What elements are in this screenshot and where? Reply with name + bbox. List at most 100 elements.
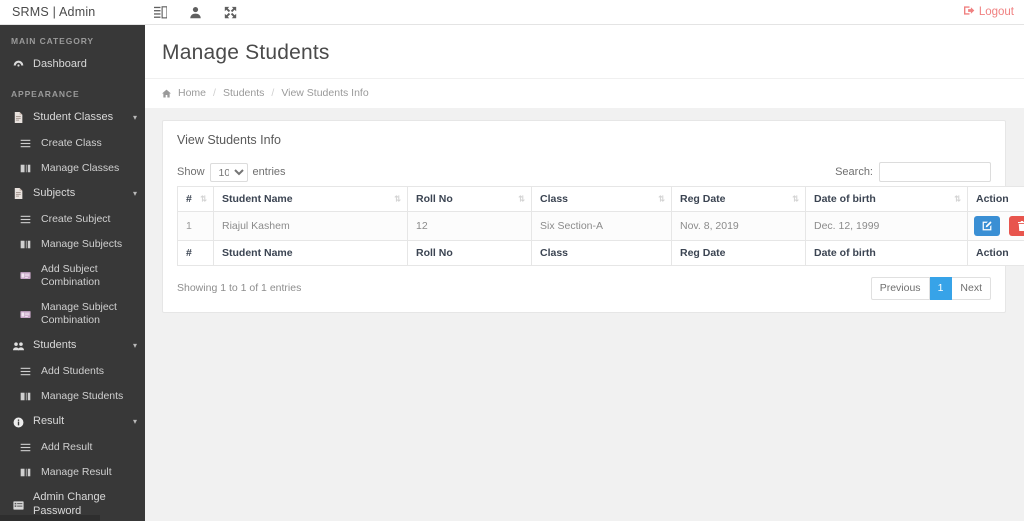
sidebar-item-label: Result: [33, 415, 65, 428]
sidebar-section-appearance: APPEARANCE Student Classes ▾ Create Clas…: [0, 78, 145, 521]
sidebar: MAIN CATEGORY Dashboard APPEARANCE Stude…: [0, 25, 145, 521]
students-table: # ⇅ Student Name ⇅ Roll No ⇅ Class ⇅ Reg Dat…: [177, 186, 1024, 266]
sign-out-icon: [963, 5, 975, 19]
col-label: Class: [540, 193, 569, 205]
sidebar-item-label: Add Students: [41, 365, 105, 377]
col-header-class[interactable]: Class ⇅: [531, 186, 672, 212]
pagination-previous[interactable]: Previous: [870, 277, 930, 300]
entries-select[interactable]: 10 25 50 100: [209, 162, 248, 182]
indent-list-icon[interactable]: [154, 5, 167, 19]
sidebar-item-create-subject[interactable]: Create Subject: [0, 207, 145, 232]
col-header-reg-date[interactable]: Reg Date ⇅: [671, 186, 806, 212]
info-icon: [11, 417, 25, 428]
cell-reg-date: Nov. 8, 2019: [671, 211, 806, 241]
sidebar-section-main: MAIN CATEGORY Dashboard: [0, 25, 145, 78]
chevron-down-icon: ▾: [132, 188, 137, 198]
sidebar-item-label: Add Result: [41, 441, 93, 453]
cell-actions: [967, 211, 1024, 241]
sort-icon: ⇅: [658, 194, 665, 204]
entries-info: Showing 1 to 1 of 1 entries: [177, 282, 302, 295]
pencil-square-icon: [982, 221, 992, 231]
sidebar-item-add-result[interactable]: Add Result: [0, 435, 145, 460]
col-header-roll-no[interactable]: Roll No ⇅: [407, 186, 532, 212]
pagination-page-1[interactable]: 1: [929, 277, 953, 300]
sidebar-item-label: Student Classes: [33, 110, 114, 123]
sidebar-item-label: Manage Subjects: [41, 237, 123, 250]
cell-roll-no: 12: [407, 211, 532, 241]
sidebar-item-manage-classes[interactable]: Manage Classes: [0, 156, 145, 181]
sidebar-item-manage-students[interactable]: Manage Students: [0, 384, 145, 409]
users-icon: [11, 341, 25, 352]
user-icon[interactable]: [189, 6, 202, 19]
col-label: #: [186, 193, 192, 205]
cell-index: 1: [177, 211, 214, 241]
sort-icon: ⇅: [954, 194, 961, 204]
sidebar-item-create-class[interactable]: Create Class: [0, 131, 145, 156]
dashboard-icon: [11, 59, 25, 70]
columns-icon: [18, 391, 32, 402]
col-label: Action: [976, 193, 1009, 205]
table-footer-row: # Student Name Roll No Class Reg Date Da…: [177, 240, 1024, 266]
breadcrumb-item-home[interactable]: Home: [178, 87, 206, 99]
col-header-student-name[interactable]: Student Name ⇅: [213, 186, 408, 212]
home-icon: [162, 89, 171, 98]
chevron-down-icon: ▾: [132, 417, 137, 427]
sidebar-item-subjects[interactable]: Subjects ▾: [0, 181, 145, 207]
edit-button[interactable]: [974, 216, 1000, 236]
table-head: # ⇅ Student Name ⇅ Roll No ⇅ Class ⇅ Reg Dat…: [177, 186, 1024, 212]
delete-button[interactable]: [1008, 216, 1024, 236]
expand-arrows-icon[interactable]: [224, 6, 237, 19]
breadcrumb-separator: /: [213, 87, 216, 99]
topbar: SRMS | Admin Logout: [0, 0, 1024, 25]
bars-icon: [18, 442, 32, 453]
sidebar-item-label: Create Class: [41, 136, 102, 149]
col-header-date-of-birth[interactable]: Date of birth ⇅: [805, 186, 968, 212]
bars-icon: [18, 366, 32, 377]
sidebar-item-label: Manage Result: [41, 466, 112, 479]
table-header-row: # ⇅ Student Name ⇅ Roll No ⇅ Class ⇅ Reg Dat…: [177, 186, 1024, 212]
sidebar-item-label: Manage Classes: [41, 161, 120, 174]
entries-length-control: Show 10 25 50 100 entries: [177, 162, 286, 182]
sidebar-item-student-classes[interactable]: Student Classes ▾: [0, 105, 145, 131]
sidebar-item-manage-result[interactable]: Manage Result: [0, 460, 145, 485]
sidebar-item-add-students[interactable]: Add Students: [0, 359, 145, 384]
col-label: Student Name: [222, 193, 293, 205]
breadcrumb-item-students[interactable]: Students: [223, 87, 264, 99]
foot-action: Action: [967, 240, 1024, 266]
sidebar-item-result[interactable]: Result ▾: [0, 409, 145, 435]
id-card-icon: [18, 270, 32, 281]
sidebar-item-label: Create Subject: [41, 212, 111, 225]
sidebar-item-label: Manage Subject Combination: [41, 301, 117, 327]
cell-student-name: Riajul Kashem: [213, 211, 408, 241]
foot-class: Class: [531, 240, 672, 266]
bars-icon: [18, 138, 32, 149]
columns-icon: [18, 239, 32, 250]
file-icon: [11, 188, 25, 200]
sidebar-item-add-subject-combination[interactable]: Add Subject Combination: [0, 257, 145, 295]
entries-label: entries: [252, 166, 286, 178]
pagination-next[interactable]: Next: [952, 277, 991, 300]
foot-date-of-birth: Date of birth: [805, 240, 968, 266]
sidebar-item-dashboard[interactable]: Dashboard: [0, 52, 145, 78]
sidebar-item-students[interactable]: Students ▾: [0, 333, 145, 359]
col-header-action[interactable]: Action⇅: [967, 186, 1024, 212]
col-header-index[interactable]: # ⇅: [177, 186, 214, 212]
sidebar-item-manage-subject-combination[interactable]: Manage Subject Combination: [0, 295, 145, 333]
list-alt-icon: [11, 500, 25, 511]
bars-icon: [18, 214, 32, 225]
datatable-controls: Show 10 25 50 100 entries Search:: [177, 158, 991, 186]
sidebar-footer-strip: [0, 515, 100, 521]
foot-student-name: Student Name: [213, 240, 408, 266]
sort-icon: ⇅: [394, 194, 401, 204]
logout-link[interactable]: Logout: [963, 5, 1014, 19]
sort-icon: ⇅: [518, 194, 525, 204]
card-title: View Students Info: [177, 133, 282, 147]
breadcrumb: Home / Students / View Students Info: [145, 78, 1024, 108]
cell-class: Six Section-A: [531, 211, 672, 241]
sidebar-item-manage-subjects[interactable]: Manage Subjects: [0, 232, 145, 257]
chevron-down-icon: ▾: [132, 112, 137, 122]
card-body: Show 10 25 50 100 entries Search:: [163, 158, 1024, 312]
sidebar-item-label: Students: [33, 339, 77, 352]
page-title: Manage Students: [162, 41, 330, 64]
search-input[interactable]: [879, 162, 991, 182]
